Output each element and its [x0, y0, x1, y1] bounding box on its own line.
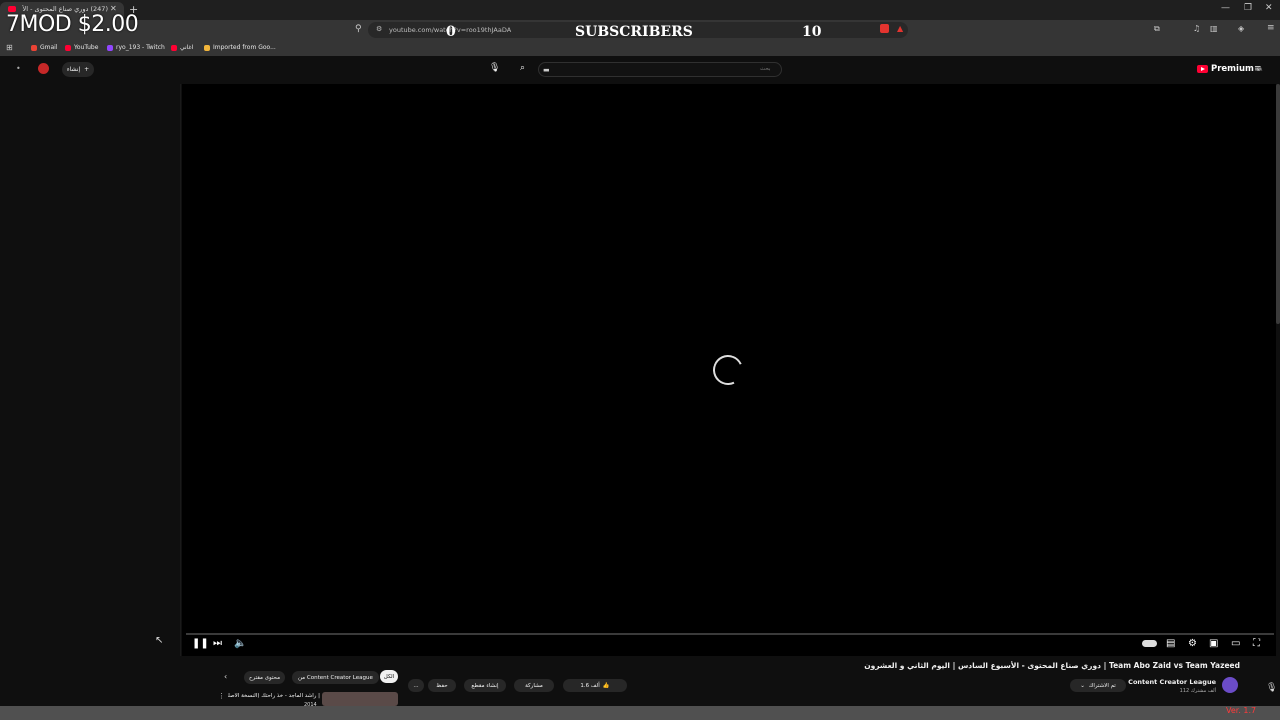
- sidebar: [0, 84, 181, 656]
- stream-mod-label: 7MOD $2.00: [6, 12, 139, 37]
- subtitles-icon[interactable]: ▤: [1166, 638, 1175, 649]
- chip-related[interactable]: محتوى مقترح: [244, 671, 286, 684]
- bookmark-songs[interactable]: اغاني: [180, 44, 193, 51]
- search-placeholder: بحث: [760, 66, 771, 72]
- save-button[interactable]: حفظ: [428, 679, 456, 692]
- extension-brave-icon[interactable]: [880, 24, 889, 33]
- more-icon: ...: [413, 682, 419, 689]
- bookmark-imported-folder[interactable]: Imported from Goo...: [213, 44, 276, 51]
- taskbar: [0, 706, 1280, 720]
- youtube-icon: [65, 45, 71, 51]
- subscriber-label: SUBSCRIBERS: [575, 24, 693, 40]
- extension-rewards-icon[interactable]: ▲: [897, 24, 903, 33]
- create-button[interactable]: إنشاء +: [62, 62, 94, 77]
- search-icon[interactable]: ⌕: [520, 63, 525, 73]
- volume-icon[interactable]: 🔈: [234, 638, 246, 649]
- youtube-premium-logo[interactable]: Premium SA: [1197, 64, 1262, 74]
- guide-menu-icon[interactable]: ≡: [1254, 64, 1262, 74]
- recommendation-thumbnail[interactable]: [322, 692, 398, 706]
- next-icon[interactable]: ⏭: [213, 638, 222, 649]
- clip-label: إنشاء مقطع: [471, 682, 499, 689]
- miniplayer-icon[interactable]: ▣: [1209, 638, 1218, 649]
- media-control-icon[interactable]: ♫: [1193, 24, 1200, 33]
- chevron-down-icon: ⌄: [1080, 682, 1085, 689]
- folder-icon: [204, 45, 210, 51]
- youtube-play-icon: [1197, 65, 1208, 73]
- close-window-icon[interactable]: ✕: [1265, 3, 1273, 13]
- video-title: دوري صناع المحتوى - الأسبوع السادس | الي…: [864, 661, 1240, 670]
- fullscreen-icon[interactable]: ⛶: [1253, 638, 1260, 649]
- settings-gear-icon[interactable]: ⚙: [1188, 638, 1197, 649]
- notifications-icon[interactable]: •: [16, 64, 21, 73]
- restore-icon[interactable]: ❐: [1244, 3, 1252, 13]
- search-input[interactable]: [538, 62, 782, 77]
- video-progress-bar[interactable]: [186, 633, 1274, 635]
- keyboard-icon[interactable]: ▬: [543, 66, 550, 74]
- subscribed-button[interactable]: ⌄ تم الاشتراك: [1070, 679, 1126, 692]
- pause-icon[interactable]: ❚❚: [192, 638, 209, 649]
- wallet-icon[interactable]: ◈: [1238, 24, 1244, 33]
- browser-menu-icon[interactable]: ≡: [1267, 23, 1275, 33]
- like-count: 1.6 ألف: [580, 682, 600, 689]
- chip-all[interactable]: الكل: [380, 670, 398, 683]
- bookmark-youtube[interactable]: YouTube: [74, 44, 98, 51]
- share-label: مشاركة: [525, 682, 543, 689]
- minimize-icon[interactable]: —: [1221, 3, 1230, 13]
- subscriber-goal: 10: [802, 24, 822, 40]
- save-label: حفظ: [436, 682, 448, 689]
- theater-mode-icon[interactable]: ▭: [1231, 638, 1240, 649]
- chips-previous-icon[interactable]: ‹: [224, 672, 227, 681]
- version-label: Ver. 1.7: [1226, 706, 1257, 715]
- bookmark-twitch[interactable]: ryo_193 - Twitch: [116, 44, 165, 51]
- twitch-icon: [107, 45, 113, 51]
- channel-subscriber-count: 112 ألف مشترك: [1179, 688, 1216, 694]
- create-label: إنشاء: [66, 66, 81, 73]
- share-button[interactable]: مشاركة: [514, 679, 554, 692]
- extensions-icon[interactable]: ⧉: [1154, 24, 1160, 34]
- sidebar-toggle-icon[interactable]: ▥: [1210, 24, 1218, 33]
- channel-avatar[interactable]: [1222, 677, 1238, 693]
- subscribed-label: تم الاشتراك: [1088, 682, 1116, 689]
- music-bookmark-icon: [171, 45, 177, 51]
- bookmark-gmail[interactable]: Gmail: [40, 44, 58, 51]
- bookmark-star-icon[interactable]: ⚲: [355, 24, 362, 34]
- plus-icon: +: [84, 66, 90, 73]
- page-scrollbar[interactable]: [1276, 84, 1280, 324]
- more-actions-button[interactable]: ...: [408, 679, 424, 692]
- mouse-cursor-icon: ↖: [155, 635, 164, 646]
- voice-search-icon[interactable]: 🎙: [489, 63, 500, 73]
- subscriber-count: 0: [446, 24, 456, 40]
- avatar[interactable]: [38, 63, 49, 74]
- apps-grid-icon[interactable]: ⊞: [6, 43, 13, 52]
- chip-from-channel[interactable]: من Content Creator League: [292, 671, 379, 684]
- recommendation-title[interactable]: | راشد الماجد - خذ راحتك (النسخة الأصلية…: [228, 693, 320, 699]
- recommendation-more-icon[interactable]: ⋮: [218, 692, 225, 700]
- thumbs-up-icon: 👍: [602, 682, 610, 689]
- like-button[interactable]: 1.6 ألف 👍: [563, 679, 627, 692]
- logo-text: Premium: [1211, 64, 1254, 74]
- microphone-icon[interactable]: 🎙: [1266, 683, 1277, 693]
- autoplay-toggle[interactable]: [1142, 640, 1157, 647]
- site-info-icon[interactable]: ⚙: [376, 25, 382, 33]
- clip-button[interactable]: إنشاء مقطع: [464, 679, 506, 692]
- gmail-icon: [31, 45, 37, 51]
- browser-tab-strip: [0, 0, 1280, 20]
